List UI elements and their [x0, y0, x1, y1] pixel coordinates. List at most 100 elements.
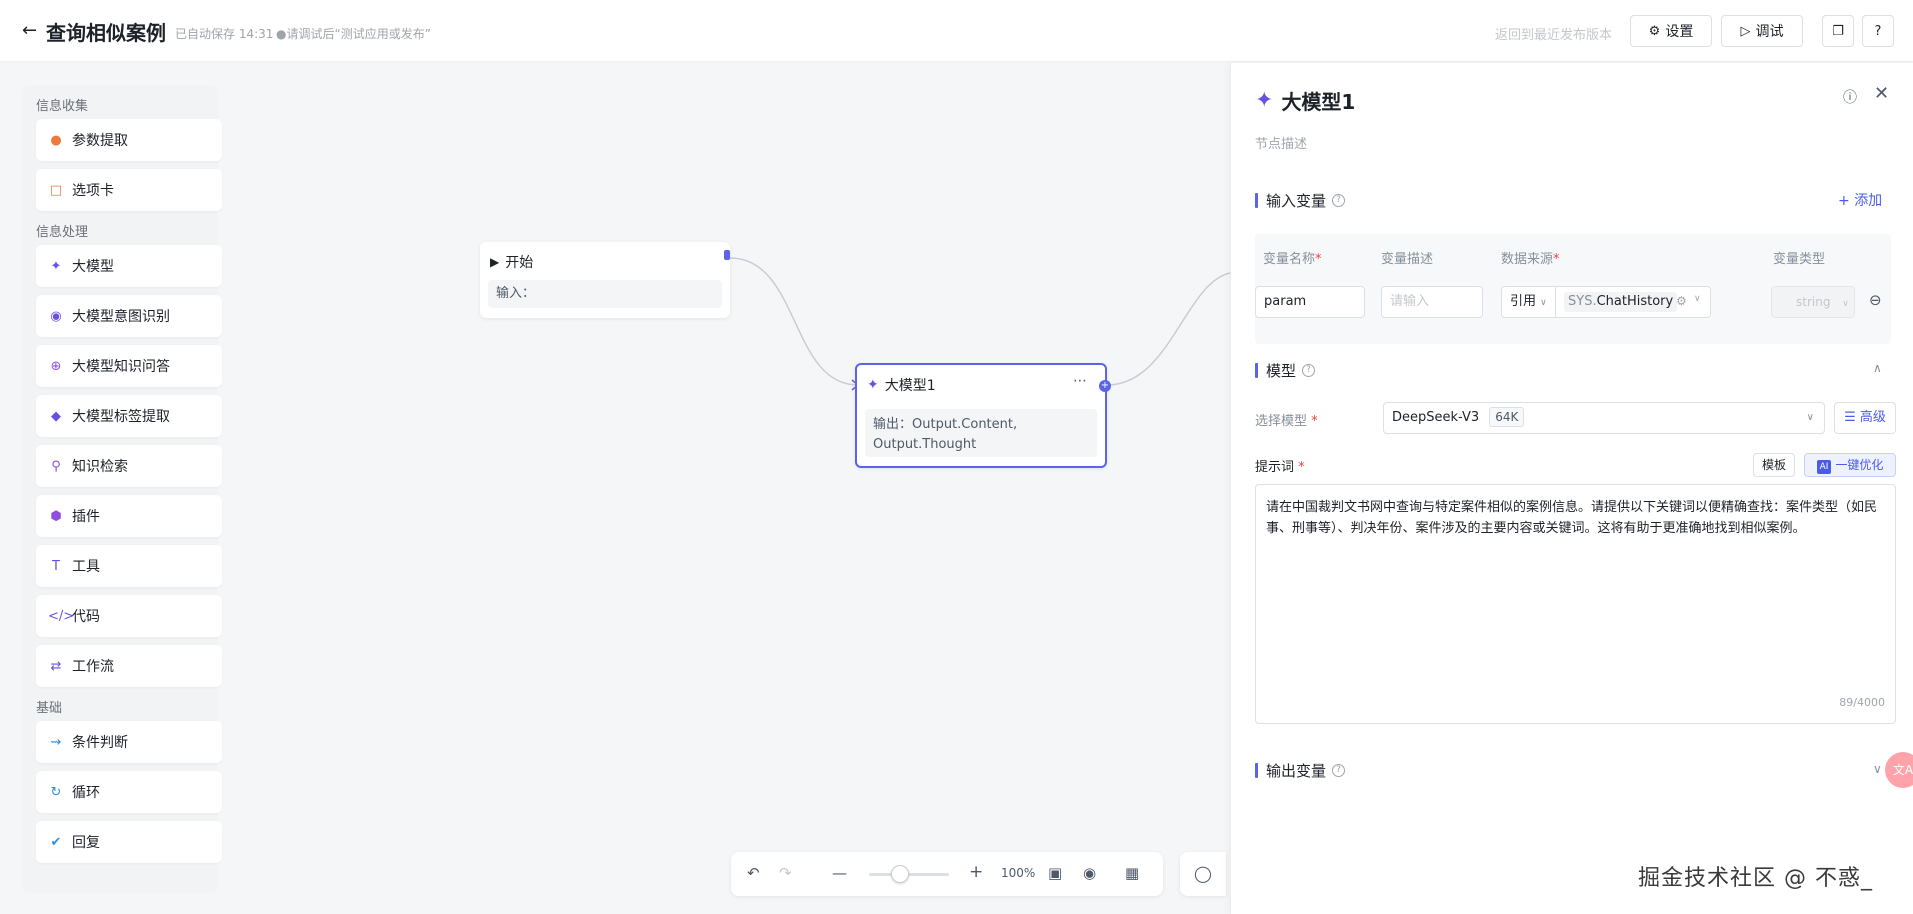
node-description-input[interactable]: 节点描述 [1255, 133, 1307, 152]
template-button[interactable]: 模板 [1753, 453, 1795, 477]
palette-item[interactable]: ⊕ 大模型知识问答 [36, 345, 222, 387]
palette-item[interactable]: ⚲ 知识检索 [36, 445, 222, 487]
palette-item[interactable]: ● 参数提取 [36, 119, 222, 161]
palette-item-label: 循环 [72, 785, 100, 801]
workflow-icon: ⇄ [50, 658, 62, 674]
play-circle-icon: ▶ [490, 255, 500, 269]
palette-item[interactable]: ◆ 大模型标签提取 [36, 395, 222, 437]
arrow-left-icon[interactable]: ← [22, 20, 37, 41]
plus-icon: + [1838, 193, 1850, 209]
sparkle-icon: ✦ [50, 258, 62, 274]
model-label: 选择模型 * [1255, 414, 1318, 429]
edge-start-llm [729, 257, 859, 386]
copy-button[interactable]: ❐ [1822, 15, 1854, 47]
llm-output-port[interactable]: + [1099, 380, 1111, 392]
llm-node-title: 大模型1 [884, 378, 936, 394]
fit-view-icon[interactable]: ▣ [1048, 864, 1062, 882]
palette-item[interactable]: </> 代码 [36, 595, 222, 637]
chevron-down-icon[interactable]: ∨ [1873, 762, 1882, 776]
top-header: ← 查询相似案例 已自动保存 14:31 ●请调试后“测试应用或发布” 返回到最… [0, 0, 1913, 62]
model-select[interactable]: DeepSeek-V3 64K ∨ [1383, 402, 1825, 434]
chevron-up-icon[interactable]: ∧ [1873, 361, 1882, 375]
palette-item-label: 插件 [72, 509, 100, 525]
gear-icon[interactable]: ⚙ [1676, 294, 1687, 308]
context-badge: 64K [1489, 407, 1525, 427]
data-source-selector[interactable]: 引用 ∨ SYS.ChatHistory ⚙ ∨ [1501, 286, 1711, 318]
settings-button[interactable]: ⚙ 设置 [1630, 15, 1712, 47]
info-icon[interactable]: ? [1302, 364, 1316, 377]
more-icon[interactable]: ⋯ [1073, 373, 1087, 389]
palette-item[interactable]: ✦ 大模型 [36, 245, 222, 287]
remove-row-icon[interactable]: ⊖ [1869, 291, 1882, 309]
start-node-header: ▶ 开始 [490, 252, 533, 272]
play-circle-icon: ▷ [1740, 23, 1751, 39]
palette-item-label: 条件判断 [72, 735, 128, 751]
variable-type-select[interactable]: string ∨ [1771, 286, 1855, 318]
ref-variable-chip: SYS.ChatHistory [1564, 292, 1678, 312]
optimize-button[interactable]: AI 一键优化 [1804, 453, 1896, 477]
revert-link[interactable]: 返回到最近发布版本 [1495, 24, 1612, 43]
palette-item-label: 工作流 [72, 659, 114, 675]
palette-section-title: 基础 [36, 701, 63, 716]
eye-icon[interactable]: ◉ [1083, 864, 1096, 882]
undo-icon[interactable]: ↶ [747, 864, 760, 882]
llm-node-body: 输出：Output.Content, Output.Thought [865, 409, 1097, 457]
palette-item[interactable]: ↻ 循环 [36, 771, 222, 813]
translate-bubble[interactable]: 文A [1885, 752, 1913, 788]
col-source-header: 数据来源* [1501, 252, 1560, 267]
palette-item[interactable]: □ 选项卡 [36, 169, 222, 211]
variable-desc-input[interactable]: 请输入 [1381, 286, 1483, 318]
branch-icon: ⇝ [50, 734, 62, 750]
sparkle-icon: ✦ [1255, 88, 1274, 113]
col-desc-header: 变量描述 [1381, 252, 1434, 267]
lightbulb-icon[interactable]: ◯ [1180, 852, 1226, 896]
llm-node[interactable]: ✦ 大模型1 ⋯ 输出：Output.Content, Output.Thoug… [855, 363, 1111, 468]
search-icon: ⚲ [51, 458, 61, 474]
code-icon: </> [48, 608, 75, 624]
help-button[interactable]: ? [1862, 15, 1894, 47]
chevron-down-icon[interactable]: ∨ [1694, 294, 1701, 304]
palette-item-label: 大模型知识问答 [72, 359, 170, 375]
grid-icon[interactable]: ▦ [1125, 864, 1139, 882]
param-extract-icon: ● [50, 132, 62, 148]
palette-item-label: 参数提取 [72, 133, 128, 149]
variable-name-input[interactable]: param [1255, 286, 1365, 318]
redo-icon[interactable]: ↷ [779, 864, 792, 882]
palette-item[interactable]: ⇄ 工作流 [36, 645, 222, 687]
help-icon[interactable]: ⓘ [1843, 87, 1857, 107]
palette-item-label: 大模型意图识别 [72, 309, 170, 325]
add-variable-button[interactable]: + 添加 [1838, 190, 1882, 210]
palette-item[interactable]: ◉ 大模型意图识别 [36, 295, 222, 337]
zoom-in-icon[interactable]: + [969, 862, 983, 882]
palette-item[interactable]: T 工具 [36, 545, 222, 587]
gear-icon: ⚙ [1648, 23, 1661, 39]
col-name-header: 变量名称* [1263, 252, 1322, 267]
prompt-textarea[interactable]: 请在中国裁判文书网中查询与特定案件相似的案例信息。请提供以下关键词以便精确查找：… [1255, 484, 1896, 724]
output-variables-heading: 输出变量 ? [1255, 760, 1346, 781]
edge-llm-out [1106, 272, 1230, 386]
palette-item-label: 回复 [72, 835, 100, 851]
ref-mode-select[interactable]: 引用 ∨ [1502, 287, 1556, 317]
start-output-port[interactable] [724, 250, 730, 260]
zoom-slider-track[interactable] [869, 873, 949, 876]
zoom-out-icon[interactable]: — [832, 864, 847, 882]
chevron-down-icon: ∨ [1806, 412, 1814, 423]
start-node-body: 输入： [488, 280, 722, 308]
tool-icon: T [52, 558, 60, 574]
llm-node-header: ✦ 大模型1 [867, 375, 936, 395]
zoom-slider-thumb[interactable] [891, 865, 909, 883]
palette-item[interactable]: ⬢ 插件 [36, 495, 222, 537]
close-icon[interactable]: ✕ [1874, 83, 1889, 104]
start-node[interactable]: ▶ 开始 输入： [480, 242, 730, 318]
col-type-header: 变量类型 [1773, 252, 1826, 267]
copy-icon: ❐ [1832, 23, 1844, 39]
help-icon: ? [1874, 23, 1882, 39]
zoom-level: 100% [1001, 866, 1036, 880]
info-icon[interactable]: ? [1332, 194, 1346, 207]
prompt-label: 提示词 * [1255, 460, 1305, 475]
advanced-button[interactable]: ☰ 高级 [1834, 402, 1896, 434]
palette-item[interactable]: ⇝ 条件判断 [36, 721, 222, 763]
debug-button[interactable]: ▷ 调试 [1721, 15, 1803, 47]
palette-item[interactable]: ✔ 回复 [36, 821, 222, 863]
info-icon[interactable]: ? [1332, 764, 1346, 777]
